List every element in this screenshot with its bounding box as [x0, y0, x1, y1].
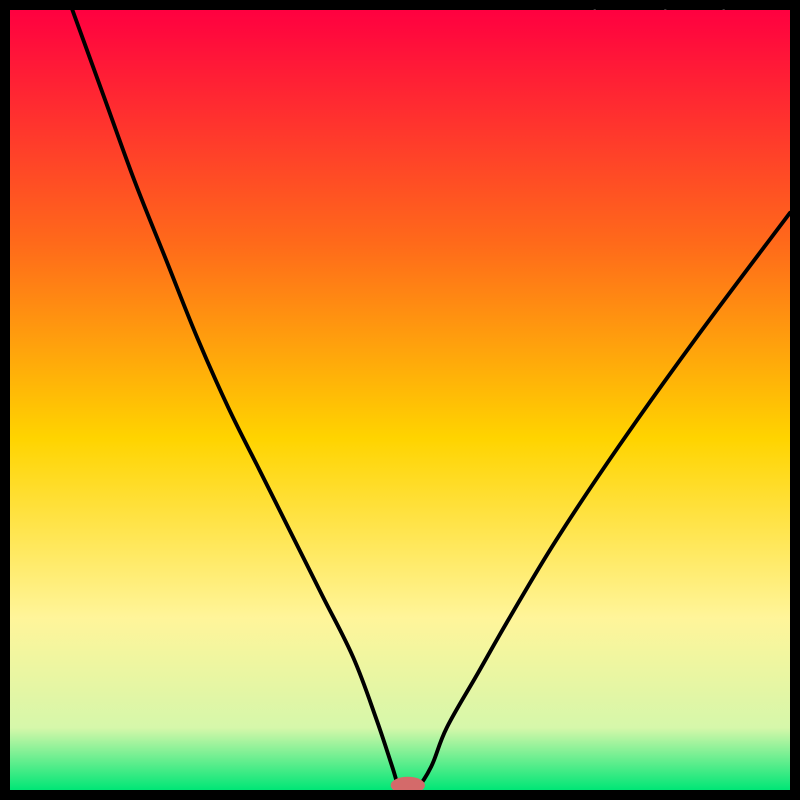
bottleneck-plot: [10, 10, 790, 790]
gradient-background: [10, 10, 790, 790]
chart-stage: TheBottleneck.com: [0, 0, 800, 800]
